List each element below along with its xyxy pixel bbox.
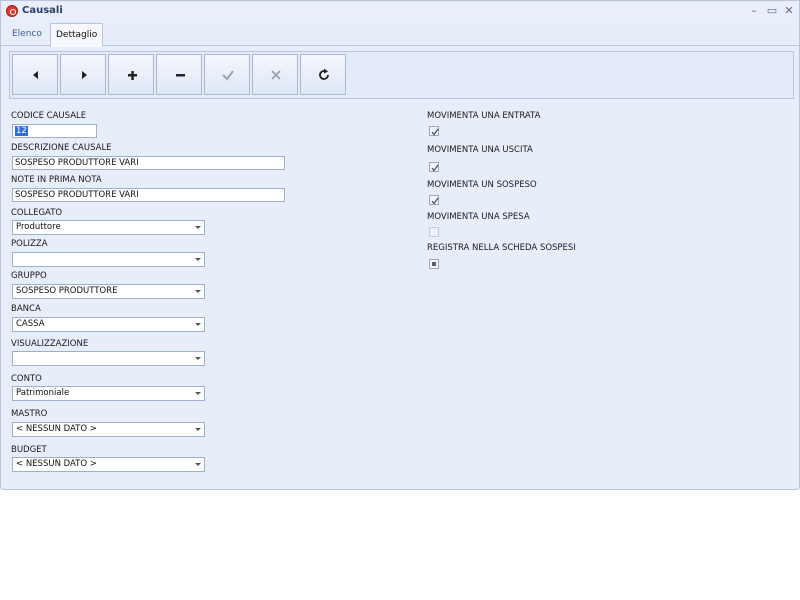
conto-select[interactable]: Patrimoniale [12,386,205,401]
arrow-right-icon [82,71,87,79]
banca-value: CASSA [16,319,45,329]
checkmark-icon [431,197,439,205]
mastro-value: < NESSUN DATO > [16,424,97,434]
budget-label: BUDGET [11,445,47,455]
movimenta-entrata-checkbox[interactable] [429,126,439,136]
descrizione-causale-label: DESCRIZIONE CAUSALE [11,143,112,153]
movimenta-sospeso-label: MOVIMENTA UN SOSPESO [427,180,537,190]
tab-bar: Elenco Dettaglio [1,21,799,47]
minus-icon [176,74,185,77]
confirm-button[interactable] [204,54,250,95]
registra-scheda-sospesi-checkbox[interactable] [429,259,439,269]
movimenta-spesa-checkbox[interactable] [429,227,439,237]
collegato-select[interactable]: Produttore [12,220,205,235]
polizza-label: POLIZZA [11,239,48,249]
next-button[interactable] [60,54,106,95]
visualizzazione-select[interactable] [12,351,205,366]
banca-label: BANCA [11,304,41,314]
checkmark-icon [431,164,439,172]
registra-scheda-sospesi-label: REGISTRA NELLA SCHEDA SOSPESI [427,243,576,253]
close-button[interactable]: ✕ [782,4,796,17]
mastro-select[interactable]: < NESSUN DATO > [12,422,205,437]
tab-dettaglio[interactable]: Dettaglio [50,23,104,47]
conto-value: Patrimoniale [16,388,70,398]
check-icon [222,70,234,81]
previous-button[interactable] [12,54,58,95]
collegato-label: COLLEGATO [11,208,63,218]
toolbar [9,51,794,99]
chevron-down-icon [195,226,201,229]
conto-label: CONTO [11,374,42,384]
mastro-label: MASTRO [11,409,48,419]
gruppo-value: SOSPESO PRODUTTORE [16,286,118,296]
gruppo-label: GRUPPO [11,271,47,281]
chevron-down-icon [195,258,201,261]
descrizione-causale-input[interactable]: SOSPESO PRODUTTORE VARI [12,156,285,170]
causali-window: Causali – ▭ ✕ Elenco Dettaglio CODICE CA… [0,0,800,490]
chevron-down-icon [195,428,201,431]
note-prima-nota-label: NOTE IN PRIMA NOTA [11,175,102,185]
plus-icon [128,71,137,80]
visualizzazione-label: VISUALIZZAZIONE [11,339,89,349]
cancel-icon [271,70,281,80]
delete-button[interactable] [156,54,202,95]
polizza-select[interactable] [12,252,205,267]
title-bar: Causali – ▭ ✕ [1,1,799,21]
movimenta-uscita-label: MOVIMENTA UNA USCITA [427,145,533,155]
refresh-icon [319,68,329,80]
codice-causale-input[interactable]: 12 [12,124,97,138]
chevron-down-icon [195,392,201,395]
maximize-button[interactable]: ▭ [765,4,779,17]
tab-elenco[interactable]: Elenco [7,25,47,44]
budget-value: < NESSUN DATO > [16,459,97,469]
app-logo-icon [6,5,18,17]
chevron-down-icon [195,357,201,360]
arrow-left-icon [33,71,38,79]
chevron-down-icon [195,463,201,466]
banca-select[interactable]: CASSA [12,317,205,332]
add-button[interactable] [108,54,154,95]
movimenta-uscita-checkbox[interactable] [429,162,439,172]
collegato-value: Produttore [16,222,61,232]
codice-causale-label: CODICE CAUSALE [11,111,87,121]
checkmark-icon [431,128,439,136]
codice-causale-value: 12 [15,126,28,136]
movimenta-entrata-label: MOVIMENTA UNA ENTRATA [427,111,541,121]
cancel-button[interactable] [252,54,298,95]
gruppo-select[interactable]: SOSPESO PRODUTTORE [12,284,205,299]
window-title: Causali [22,5,63,16]
chevron-down-icon [195,323,201,326]
chevron-down-icon [195,290,201,293]
refresh-button[interactable] [300,54,346,95]
movimenta-sospeso-checkbox[interactable] [429,195,439,205]
budget-select[interactable]: < NESSUN DATO > [12,457,205,472]
movimenta-spesa-label: MOVIMENTA UNA SPESA [427,212,530,222]
note-prima-nota-input[interactable]: SOSPESO PRODUTTORE VARI [12,188,285,202]
minimize-button[interactable]: – [747,4,761,17]
